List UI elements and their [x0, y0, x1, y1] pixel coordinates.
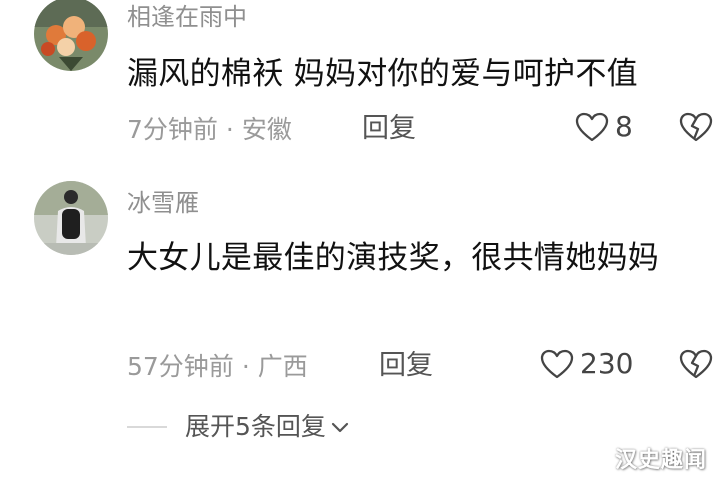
expand-replies-button[interactable]: 展开5条回复 — [127, 414, 350, 439]
heart-icon — [540, 349, 574, 379]
like-count: 8 — [615, 110, 633, 143]
watermark: 汉史趣闻 — [614, 448, 707, 473]
comment-time: 7分钟前 — [127, 115, 218, 144]
dislike-button[interactable] — [679, 112, 713, 146]
comment-location: 广西 — [257, 352, 308, 381]
username[interactable]: 冰雪雁 — [127, 191, 199, 215]
comment-text: 大女儿是最佳的演技奖，很共情她妈妈 — [127, 240, 660, 276]
chevron-down-icon — [331, 422, 349, 432]
flower-bouquet-avatar-icon — [34, 0, 108, 71]
like-button[interactable]: 230 — [540, 349, 633, 379]
avatar[interactable] — [34, 0, 108, 71]
username[interactable]: 相逢在雨中 — [127, 5, 247, 29]
dislike-button[interactable] — [679, 349, 713, 383]
comment-meta: 7分钟前 · 安徽 — [127, 117, 292, 142]
comment-time: 57分钟前 — [127, 352, 234, 381]
like-button[interactable]: 8 — [575, 112, 633, 142]
divider — [127, 425, 167, 428]
broken-heart-icon — [679, 112, 713, 142]
avatar[interactable] — [34, 181, 108, 255]
heart-icon — [575, 112, 609, 142]
expand-replies-label: 展开5条回复 — [185, 412, 326, 441]
reply-button[interactable]: 回复 — [362, 115, 416, 142]
reply-button[interactable]: 回复 — [379, 352, 433, 379]
comment-text: 漏风的棉袄 妈妈对你的爱与呵护不值 — [127, 56, 638, 92]
meta-separator: · — [241, 352, 250, 381]
person-backpack-avatar-icon — [34, 181, 108, 255]
comment-meta: 57分钟前 · 广西 — [127, 354, 308, 379]
like-count: 230 — [580, 347, 634, 380]
meta-separator: · — [225, 115, 234, 144]
broken-heart-icon — [679, 349, 713, 379]
comment-location: 安徽 — [241, 115, 292, 144]
